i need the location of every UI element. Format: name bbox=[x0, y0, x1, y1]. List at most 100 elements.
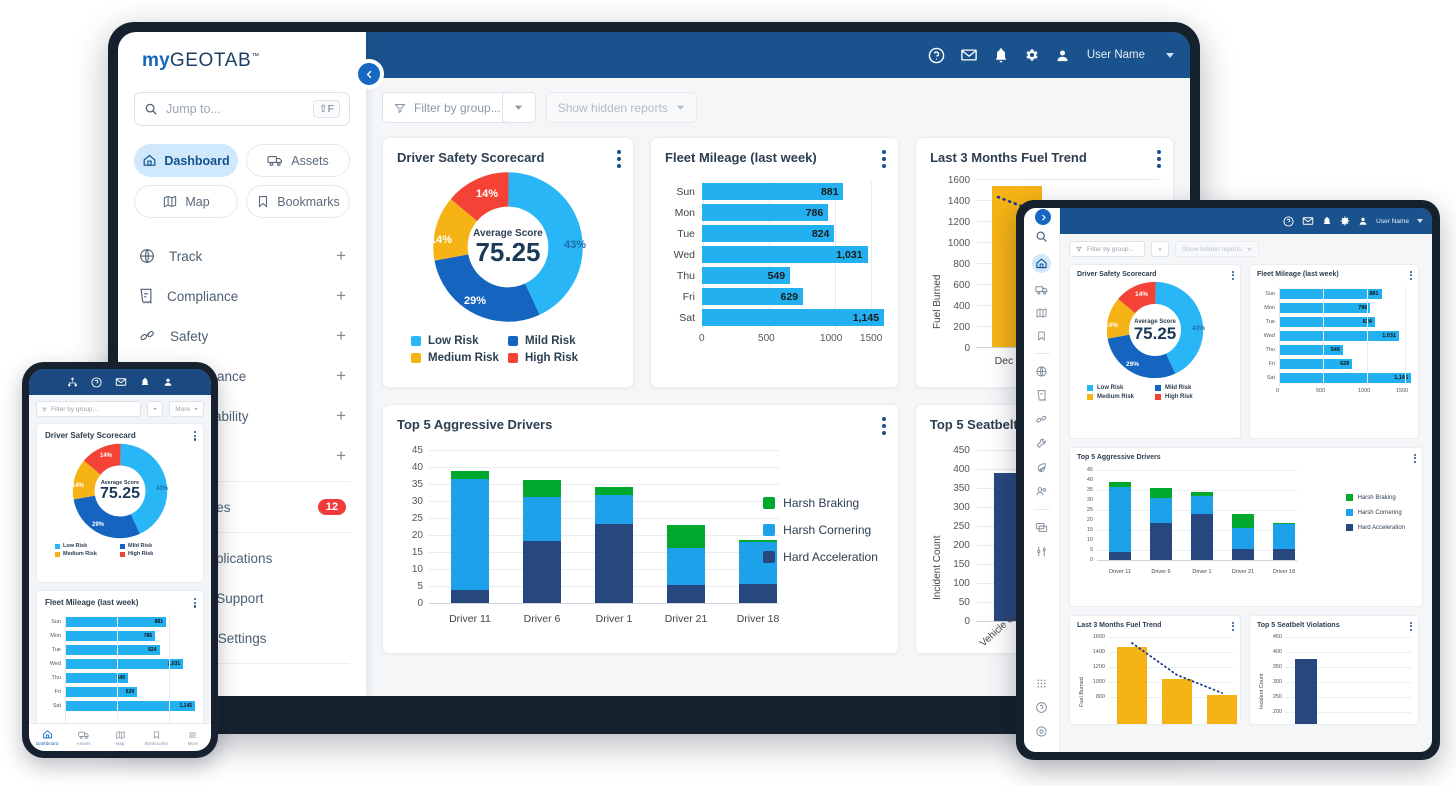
card-menu-button[interactable] bbox=[1232, 622, 1234, 631]
card-menu-button[interactable] bbox=[1410, 622, 1412, 631]
filter-by-group-input[interactable]: Filter by group... bbox=[36, 401, 142, 417]
mail-icon[interactable] bbox=[1302, 215, 1314, 227]
card-menu-button[interactable] bbox=[193, 598, 196, 608]
mygeotab-logo[interactable]: myGEOTAB™ bbox=[142, 50, 348, 72]
y-tick-label: 20 bbox=[1086, 517, 1093, 523]
people-icon[interactable] bbox=[1035, 485, 1048, 498]
truck-icon[interactable] bbox=[1034, 284, 1049, 296]
filter-by-group-control[interactable]: Filter by group... bbox=[382, 92, 536, 123]
mail-icon[interactable] bbox=[115, 376, 127, 388]
bell-icon[interactable] bbox=[140, 377, 150, 387]
card-menu-button[interactable] bbox=[882, 150, 887, 168]
legend-label: Harsh Braking bbox=[783, 496, 860, 510]
nav-item-bookmarks[interactable]: Bookmarks bbox=[138, 730, 174, 746]
y-tick-label: 45 bbox=[411, 445, 423, 456]
gear-icon[interactable] bbox=[1024, 47, 1040, 63]
nav-item-more[interactable]: More bbox=[175, 730, 211, 746]
expand-icon[interactable]: + bbox=[336, 446, 346, 466]
card-menu-button[interactable] bbox=[1410, 271, 1412, 280]
bar bbox=[1295, 659, 1317, 724]
expand-icon[interactable]: + bbox=[336, 326, 346, 346]
nav-item-assets[interactable]: Assets bbox=[65, 730, 101, 746]
card-menu-button[interactable] bbox=[881, 417, 886, 435]
card-menu-button[interactable] bbox=[617, 150, 622, 168]
segment-harsh-braking bbox=[451, 470, 489, 479]
y-tick-label: 400 bbox=[953, 464, 970, 475]
mail-icon[interactable] bbox=[960, 46, 978, 64]
show-hidden-reports-button[interactable]: Show hidden reports bbox=[1175, 241, 1259, 257]
x-tick-label: Driver 6 bbox=[1151, 569, 1171, 575]
expand-icon[interactable]: + bbox=[336, 366, 346, 386]
legend-label: Hard Acceleration bbox=[783, 550, 878, 564]
sidebar-item-track[interactable]: Track + bbox=[132, 236, 352, 276]
x-tick-label: 0 bbox=[699, 333, 705, 344]
chat-icon[interactable] bbox=[1035, 521, 1048, 534]
more-button[interactable]: More bbox=[169, 401, 204, 417]
hierarchy-icon[interactable] bbox=[67, 377, 78, 388]
y-tick-label: 450 bbox=[953, 445, 970, 456]
sidebar-item-compliance[interactable]: Compliance + bbox=[132, 276, 352, 316]
card-menu-button[interactable] bbox=[1414, 454, 1416, 463]
legend-label: High Risk bbox=[1165, 394, 1193, 400]
nav-item-map[interactable]: Map bbox=[102, 730, 138, 746]
bell-icon[interactable] bbox=[993, 47, 1009, 63]
x-tick-label: Driver 21 bbox=[1231, 569, 1255, 575]
show-hidden-reports-button[interactable]: Show hidden reports bbox=[545, 92, 697, 123]
home-icon[interactable] bbox=[1032, 254, 1051, 273]
donut-pct-mild-risk: 29% bbox=[92, 522, 105, 528]
sidebar-item-assets[interactable]: Assets bbox=[246, 144, 350, 177]
bell-icon[interactable] bbox=[1322, 216, 1332, 226]
support-icon[interactable] bbox=[1035, 701, 1048, 714]
compliance-icon[interactable] bbox=[1036, 389, 1047, 402]
card-menu-button[interactable] bbox=[1157, 150, 1161, 168]
sidebar-item-safety[interactable]: Safety + bbox=[132, 316, 352, 356]
aggressive-drivers-chart: 45 40 35 30 25 20 15 10 5 0 Driver 11 Dr… bbox=[1077, 467, 1415, 595]
expand-icon[interactable]: + bbox=[336, 246, 346, 266]
sidebar-item-dashboard[interactable]: Dashboard bbox=[134, 144, 238, 177]
nav-item-dashboard[interactable]: Dashboard bbox=[29, 729, 65, 746]
segment-hard-acceleration bbox=[739, 583, 777, 603]
phone-toolbar: Filter by group... More bbox=[29, 395, 211, 423]
bookmark-icon[interactable] bbox=[1036, 330, 1047, 342]
y-tick-label: 350 bbox=[953, 483, 970, 494]
globe-icon[interactable] bbox=[1035, 365, 1048, 378]
fleet-mileage-chart: Sun 881 Mon 786 Tue 824 Wed 1,031 Thu 549 Fri… bbox=[665, 181, 885, 351]
search-icon[interactable] bbox=[1035, 230, 1048, 243]
sidebar-collapse-button[interactable] bbox=[354, 59, 384, 89]
bar: 824 bbox=[65, 645, 160, 655]
safety-icon[interactable] bbox=[1035, 413, 1048, 426]
chevron-down-icon[interactable] bbox=[1166, 52, 1174, 58]
tablet-screen: User Name Filter by group... Show hidden… bbox=[1024, 208, 1432, 752]
sidebar-item-map[interactable]: Map bbox=[134, 185, 238, 218]
search-input[interactable]: Jump to... ⇧F bbox=[134, 92, 350, 126]
user-avatar-icon[interactable] bbox=[1358, 216, 1368, 226]
filter-by-group-input[interactable]: Filter by group... bbox=[382, 92, 513, 123]
user-avatar-icon[interactable] bbox=[1055, 48, 1070, 63]
nav-item-label: Dashboard bbox=[35, 741, 59, 746]
user-avatar-icon[interactable] bbox=[163, 377, 173, 387]
settings-icon[interactable] bbox=[1035, 725, 1048, 738]
help-icon[interactable] bbox=[1283, 215, 1294, 227]
gear-icon[interactable] bbox=[1340, 216, 1350, 226]
sliders-icon[interactable] bbox=[1035, 545, 1048, 558]
expand-icon[interactable]: + bbox=[336, 286, 346, 306]
filter-dropdown-button[interactable] bbox=[501, 92, 536, 123]
apps-icon[interactable] bbox=[1035, 677, 1048, 690]
expand-icon[interactable]: + bbox=[336, 406, 346, 426]
card-menu-button[interactable] bbox=[1232, 271, 1234, 280]
filter-by-group-input[interactable]: Filter by group... bbox=[1069, 241, 1145, 257]
filter-dropdown-button[interactable] bbox=[1151, 241, 1169, 257]
nav-item-label: Bookmarks bbox=[144, 740, 168, 746]
bar-category-label: Wed bbox=[1263, 333, 1275, 339]
help-icon[interactable] bbox=[91, 376, 102, 388]
card-menu-button[interactable] bbox=[193, 431, 196, 441]
tablet-dashboard-content: Filter by group... Show hidden reports D… bbox=[1060, 234, 1432, 752]
map-icon[interactable] bbox=[1035, 307, 1048, 319]
sidebar-item-bookmarks[interactable]: Bookmarks bbox=[246, 185, 350, 218]
leaf-icon[interactable] bbox=[1035, 461, 1048, 474]
chevron-down-icon[interactable] bbox=[1417, 219, 1423, 223]
maintenance-icon[interactable] bbox=[1035, 437, 1048, 450]
help-icon[interactable] bbox=[928, 47, 945, 64]
truck-icon bbox=[267, 156, 283, 166]
filter-dropdown-button[interactable] bbox=[147, 401, 164, 417]
